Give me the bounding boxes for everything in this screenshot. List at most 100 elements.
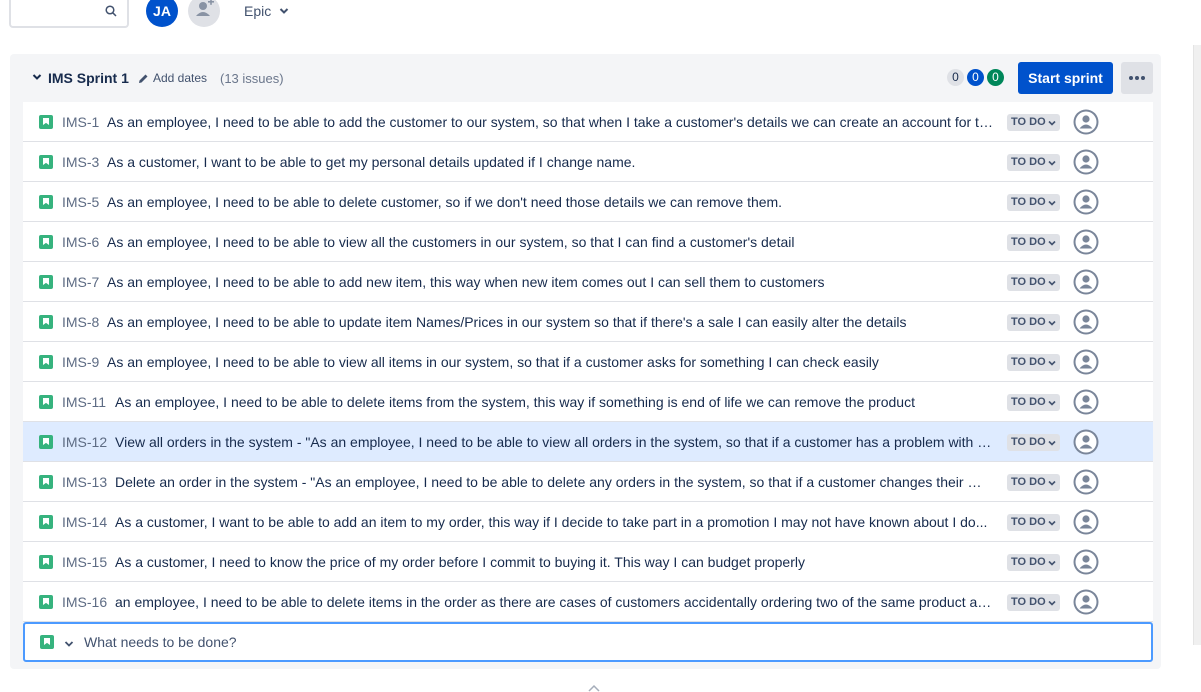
status-label: TO DO	[1011, 436, 1046, 448]
unassigned-avatar-icon[interactable]	[1073, 109, 1099, 135]
issue-row[interactable]: IMS-1 As an employee, I need to be able t…	[23, 102, 1153, 142]
issue-row[interactable]: IMS-11 As an employee, I need to be able …	[23, 382, 1153, 422]
issue-row[interactable]: IMS-14 As a customer, I want to be able t…	[23, 502, 1153, 542]
issue-key[interactable]: IMS-1	[62, 114, 99, 130]
add-dates-label: Add dates	[153, 71, 208, 85]
start-sprint-button[interactable]: Start sprint	[1018, 62, 1113, 94]
unassigned-avatar-icon[interactable]	[1073, 389, 1099, 415]
sprint-name: IMS Sprint 1	[48, 70, 129, 86]
issue-row[interactable]: IMS-15 As a customer, I need to know the …	[23, 542, 1153, 582]
issue-key[interactable]: IMS-5	[62, 194, 99, 210]
status-label: TO DO	[1011, 516, 1046, 528]
issue-row[interactable]: IMS-3 As a customer, I want to be able to…	[23, 142, 1153, 182]
story-icon	[40, 635, 54, 649]
issue-list: IMS-1 As an employee, I need to be able t…	[23, 102, 1153, 662]
status-dropdown[interactable]: TO DO	[1007, 114, 1060, 131]
issue-key[interactable]: IMS-9	[62, 354, 99, 370]
unassigned-avatar-icon[interactable]	[1073, 509, 1099, 535]
status-dropdown[interactable]: TO DO	[1007, 274, 1060, 291]
issue-key[interactable]: IMS-8	[62, 314, 99, 330]
unassigned-avatar-icon[interactable]	[1073, 429, 1099, 455]
unassigned-avatar-icon[interactable]	[1073, 309, 1099, 335]
search-icon	[105, 5, 117, 17]
issue-summary: As an employee, I need to be able to add…	[107, 114, 993, 130]
add-dates-button[interactable]: Add dates	[138, 71, 207, 85]
issue-summary: an employee, I need to be able to delete…	[115, 594, 993, 610]
story-icon	[39, 275, 53, 289]
issue-row[interactable]: IMS-13 Delete an order in the system - "A…	[23, 462, 1153, 502]
unassigned-avatar-icon[interactable]	[1073, 149, 1099, 175]
chevron-down-icon	[1048, 240, 1056, 246]
story-icon	[39, 435, 53, 449]
status-dropdown[interactable]: TO DO	[1007, 314, 1060, 331]
status-dropdown[interactable]: TO DO	[1007, 194, 1060, 211]
scrollbar[interactable]	[1193, 45, 1201, 645]
issue-row[interactable]: IMS-8 As an employee, I need to be able t…	[23, 302, 1153, 342]
unassigned-avatar-icon[interactable]	[1073, 269, 1099, 295]
issue-key[interactable]: IMS-14	[62, 514, 107, 530]
status-dropdown[interactable]: TO DO	[1007, 154, 1060, 171]
story-icon	[39, 115, 53, 129]
chevron-down-icon	[1048, 560, 1056, 566]
search-input[interactable]	[9, 0, 129, 28]
issue-key[interactable]: IMS-6	[62, 234, 99, 250]
status-label: TO DO	[1011, 356, 1046, 368]
pencil-icon	[139, 74, 148, 83]
issue-row[interactable]: IMS-6 As an employee, I need to be able t…	[23, 222, 1153, 262]
unassigned-avatar-icon[interactable]	[1073, 189, 1099, 215]
issue-key[interactable]: IMS-3	[62, 154, 99, 170]
chevron-down-icon	[1048, 440, 1056, 446]
chevron-down-icon[interactable]	[32, 72, 42, 82]
status-dropdown[interactable]: TO DO	[1007, 394, 1060, 411]
status-dropdown[interactable]: TO DO	[1007, 554, 1060, 571]
issue-row[interactable]: IMS-12 View all orders in the system - "A…	[23, 422, 1153, 462]
unassigned-avatar-icon[interactable]	[1073, 349, 1099, 375]
create-issue-placeholder: What needs to be done?	[84, 634, 237, 650]
chevron-down-icon	[1048, 320, 1056, 326]
status-label: TO DO	[1011, 556, 1046, 568]
issue-key[interactable]: IMS-12	[62, 434, 107, 450]
chevron-up-icon[interactable]	[587, 683, 601, 692]
story-icon	[39, 155, 53, 169]
add-people-button[interactable]	[188, 0, 220, 27]
chevron-down-icon[interactable]	[64, 639, 74, 649]
status-dropdown[interactable]: TO DO	[1007, 234, 1060, 251]
issue-summary: As a customer, I want to be able to add …	[115, 514, 988, 530]
status-dropdown[interactable]: TO DO	[1007, 474, 1060, 491]
epic-filter-label: Epic	[244, 3, 272, 19]
status-dropdown[interactable]: TO DO	[1007, 354, 1060, 371]
issue-row[interactable]: IMS-5 As an employee, I need to be able t…	[23, 182, 1153, 222]
status-counts: 0 0 0	[947, 69, 1004, 86]
status-label: TO DO	[1011, 116, 1046, 128]
issue-key[interactable]: IMS-7	[62, 274, 99, 290]
issue-count: (13 issues)	[220, 71, 284, 86]
unassigned-avatar-icon[interactable]	[1073, 589, 1099, 615]
unassigned-avatar-icon[interactable]	[1073, 229, 1099, 255]
issue-row[interactable]: IMS-16 an employee, I need to be able to …	[23, 582, 1153, 622]
story-icon	[39, 595, 53, 609]
create-issue-input[interactable]: What needs to be done?	[23, 622, 1153, 662]
more-actions-button[interactable]	[1121, 62, 1153, 94]
status-dropdown[interactable]: TO DO	[1007, 514, 1060, 531]
status-dropdown[interactable]: TO DO	[1007, 594, 1060, 611]
issue-summary: As an employee, I need to be able to upd…	[107, 314, 907, 330]
issue-key[interactable]: IMS-11	[62, 394, 106, 410]
status-label: TO DO	[1011, 316, 1046, 328]
issue-key[interactable]: IMS-15	[62, 554, 107, 570]
status-dropdown[interactable]: TO DO	[1007, 434, 1060, 451]
epic-filter[interactable]: Epic	[244, 3, 289, 19]
chevron-down-icon	[1048, 600, 1056, 606]
story-icon	[39, 195, 53, 209]
done-count-badge: 0	[987, 69, 1004, 86]
issue-key[interactable]: IMS-13	[62, 474, 107, 490]
issue-key[interactable]: IMS-16	[62, 594, 107, 610]
status-label: TO DO	[1011, 236, 1046, 248]
user-avatar[interactable]: JA	[146, 0, 178, 27]
story-icon	[39, 475, 53, 489]
issue-row[interactable]: IMS-7 As an employee, I need to be able t…	[23, 262, 1153, 302]
issue-row[interactable]: IMS-9 As an employee, I need to be able t…	[23, 342, 1153, 382]
unassigned-avatar-icon[interactable]	[1073, 549, 1099, 575]
issue-summary: As an employee, I need to be able to del…	[115, 394, 915, 410]
issue-summary: As an employee, I need to be able to vie…	[107, 234, 795, 250]
unassigned-avatar-icon[interactable]	[1073, 469, 1099, 495]
